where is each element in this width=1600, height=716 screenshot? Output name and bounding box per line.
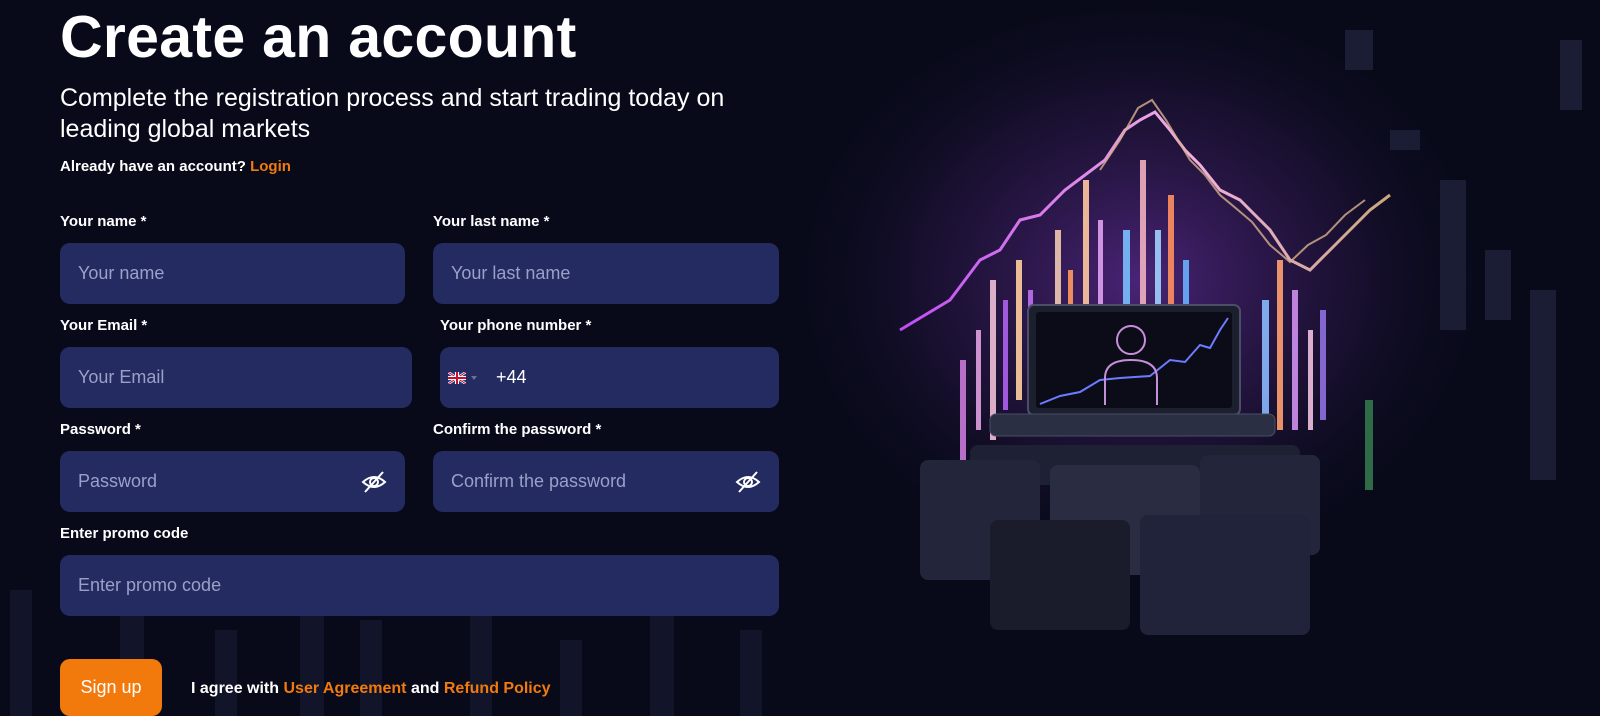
first-name-placeholder: Your name	[78, 263, 165, 283]
promo-input[interactable]: Enter promo code	[60, 555, 779, 616]
promo-label: Enter promo code	[60, 525, 189, 542]
agreement-text: I agree with User Agreement and Refund P…	[191, 680, 551, 698]
confirm-password-placeholder: Confirm the password	[451, 471, 627, 491]
promo-placeholder: Enter promo code	[78, 575, 222, 595]
email-label: Your Email *	[60, 317, 148, 334]
confirm-password-field: Confirm the password * Confirm the passw…	[433, 421, 779, 512]
phone-field: Your phone number * +44	[440, 317, 779, 408]
first-name-label: Your name *	[60, 213, 147, 230]
phone-input[interactable]: +44	[440, 347, 779, 408]
login-link[interactable]: Login	[250, 158, 291, 175]
password-input[interactable]: Password	[60, 451, 405, 512]
password-label: Password *	[60, 421, 141, 438]
trading-laptop-illustration	[800, 0, 1600, 716]
first-name-input[interactable]: Your name	[60, 243, 405, 304]
page-title: Create an account	[60, 4, 577, 70]
country-selector[interactable]	[448, 371, 478, 384]
last-name-input[interactable]: Your last name	[433, 243, 779, 304]
uk-flag-icon	[448, 371, 466, 384]
page-subtitle: Complete the registration process and st…	[60, 84, 725, 143]
email-placeholder: Your Email	[78, 367, 165, 387]
promo-field: Enter promo code Enter promo code	[60, 525, 779, 616]
eye-hidden-icon[interactable]	[361, 469, 387, 495]
phone-value: +44	[496, 367, 527, 387]
eye-hidden-icon[interactable]	[735, 469, 761, 495]
first-name-field: Your name * Your name	[60, 213, 405, 304]
last-name-field: Your last name * Your last name	[433, 213, 779, 304]
last-name-placeholder: Your last name	[451, 263, 571, 283]
agree-prefix: I agree with	[191, 680, 280, 697]
confirm-password-input[interactable]: Confirm the password	[433, 451, 779, 512]
confirm-password-label: Confirm the password *	[433, 421, 602, 438]
user-agreement-link[interactable]: User Agreement	[283, 680, 406, 697]
refund-policy-link[interactable]: Refund Policy	[444, 680, 551, 697]
registration-panel: Create an account Complete the registrat…	[60, 0, 800, 175]
agree-and: and	[410, 680, 440, 697]
login-prompt-line: Already have an account? Login	[60, 158, 800, 175]
password-placeholder: Password	[78, 471, 158, 491]
email-field: Your Email * Your Email	[60, 317, 412, 408]
phone-label: Your phone number *	[440, 317, 592, 334]
sign-up-button[interactable]: Sign up	[60, 659, 162, 716]
last-name-label: Your last name *	[433, 213, 550, 230]
password-field: Password * Password	[60, 421, 405, 512]
login-prompt: Already have an account?	[60, 158, 246, 175]
chevron-down-icon	[471, 375, 477, 380]
email-input[interactable]: Your Email	[60, 347, 412, 408]
